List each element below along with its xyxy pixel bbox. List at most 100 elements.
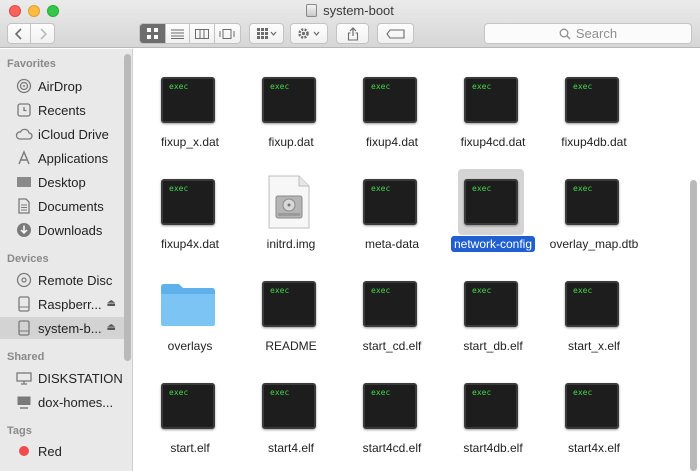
gear-icon [298,28,320,39]
content-scrollbar[interactable] [690,180,697,471]
exec-badge: exec [472,388,492,397]
file-item[interactable]: exec start_x.elf [544,253,644,353]
sidebar-item-raspberry[interactable]: Raspberr... ⏏ [0,293,124,315]
file-item[interactable]: exec meta-data [342,151,442,251]
eject-icon[interactable]: ⏏ [107,322,116,333]
sidebar-scrollbar[interactable] [124,54,131,361]
file-name-label: start4x.elf [544,441,644,455]
file-item[interactable]: exec start4db.elf [443,355,543,455]
search-field[interactable]: Search [484,23,692,44]
exec-badge: exec [472,286,492,295]
sidebar-item-desktop[interactable]: Desktop [0,171,124,193]
sidebar-item-downloads[interactable]: Downloads [0,219,124,241]
file-name-label: network-config [443,236,543,252]
sidebar-item-dox-homes[interactable]: dox-homes... [0,391,124,413]
file-name: start_cd.elf [362,339,422,353]
file-thumbnail [256,169,322,235]
file-item[interactable]: exec network-config [443,151,543,252]
sidebar-item-icloud-drive[interactable]: iCloud Drive [0,123,124,145]
sidebar-item-documents[interactable]: Documents [0,195,124,217]
exec-badge: exec [472,184,492,193]
airdrop-icon [15,78,33,94]
exec-badge: exec [573,286,593,295]
file-item[interactable]: initrd.img [241,151,341,251]
file-name-label: start_x.elf [544,339,644,353]
file-item[interactable]: exec start4cd.elf [342,355,442,455]
file-thumbnail [155,271,221,337]
exec-badge: exec [573,82,593,91]
file-thumbnail: exec [357,67,423,133]
file-thumbnail: exec [559,169,625,235]
sidebar-item-applications[interactable]: Applications [0,147,124,169]
terminal-exec-icon: exec [262,383,316,429]
column-view-button[interactable] [190,24,215,43]
sidebar-item-diskstation[interactable]: DISKSTATION [0,367,124,389]
action-menu-button[interactable] [290,23,328,44]
chevron-right-icon [39,27,47,40]
file-name-label: start4cd.elf [342,441,442,455]
terminal-exec-icon: exec [464,383,518,429]
file-item[interactable]: exec fixup4.dat [342,49,442,149]
file-grid: exec fixup_x.dat exec fixup.dat exec fixup4.d… [134,49,700,471]
back-button[interactable] [8,24,32,43]
sidebar-item-airdrop[interactable]: AirDrop [0,75,124,97]
file-name-label: fixup4db.dat [544,135,644,149]
edit-tags-button[interactable] [377,23,414,44]
file-name: start4cd.elf [362,441,422,455]
terminal-exec-icon: exec [262,77,316,123]
sidebar-item-recents[interactable]: Recents [0,99,124,121]
file-thumbnail: exec [256,271,322,337]
file-item[interactable]: exec README [241,253,341,353]
file-thumbnail: exec [559,373,625,439]
file-thumbnail: exec [458,373,524,439]
file-item[interactable]: exec start4.elf [241,355,341,455]
file-thumbnail: exec [256,373,322,439]
list-icon [170,29,184,39]
file-item[interactable]: exec fixup4db.dat [544,49,644,149]
file-name-label: overlays [140,339,240,353]
grid-icon [146,28,158,39]
forward-button[interactable] [31,24,54,43]
icon-view-button[interactable] [140,24,166,43]
file-name: start4.elf [267,441,315,455]
file-item[interactable]: exec fixup4x.dat [140,151,240,251]
file-item[interactable]: overlays [140,253,240,353]
file-item[interactable]: exec fixup.dat [241,49,341,149]
terminal-exec-icon: exec [464,281,518,327]
file-name-label: overlay_map.dtb [544,237,644,251]
terminal-exec-icon: exec [565,179,619,225]
list-view-button[interactable] [166,24,191,43]
file-item[interactable]: exec fixup_x.dat [140,49,240,149]
file-name-label: start_cd.elf [342,339,442,353]
share-button[interactable] [336,23,369,44]
toolbar: system-boot Search [0,0,700,48]
group-by-button[interactable] [249,23,284,44]
file-name: network-config [450,236,536,252]
file-thumbnail: exec [155,373,221,439]
file-name-label: start4db.elf [443,441,543,455]
tag-icon [385,28,405,39]
exec-badge: exec [270,82,290,91]
file-item[interactable]: exec fixup4cd.dat [443,49,543,149]
file-item[interactable]: exec start_db.elf [443,253,543,353]
exec-badge: exec [371,286,391,295]
file-item[interactable]: exec overlay_map.dtb [544,151,644,251]
file-item[interactable]: exec start4x.elf [544,355,644,455]
file-name-label: start_db.elf [443,339,543,353]
file-item[interactable]: exec start.elf [140,355,240,455]
file-thumbnail: exec [357,169,423,235]
gallery-view-button[interactable] [215,24,240,43]
sidebar-item-system-boot[interactable]: system-b... ⏏ [0,317,124,339]
file-name: fixup_x.dat [160,135,220,149]
file-item[interactable]: exec start_cd.elf [342,253,442,353]
exec-badge: exec [371,184,391,193]
sidebar-item-remote-disc[interactable]: Remote Disc [0,269,124,291]
file-thumbnail: exec [155,67,221,133]
sidebar-item-tag-red[interactable]: Red [0,440,124,462]
documents-icon [15,198,33,214]
folder-icon [161,284,215,326]
eject-icon[interactable]: ⏏ [107,298,116,309]
devices-header: Devices [7,253,49,265]
cloud-icon [15,126,33,142]
drive-icon [306,4,318,17]
